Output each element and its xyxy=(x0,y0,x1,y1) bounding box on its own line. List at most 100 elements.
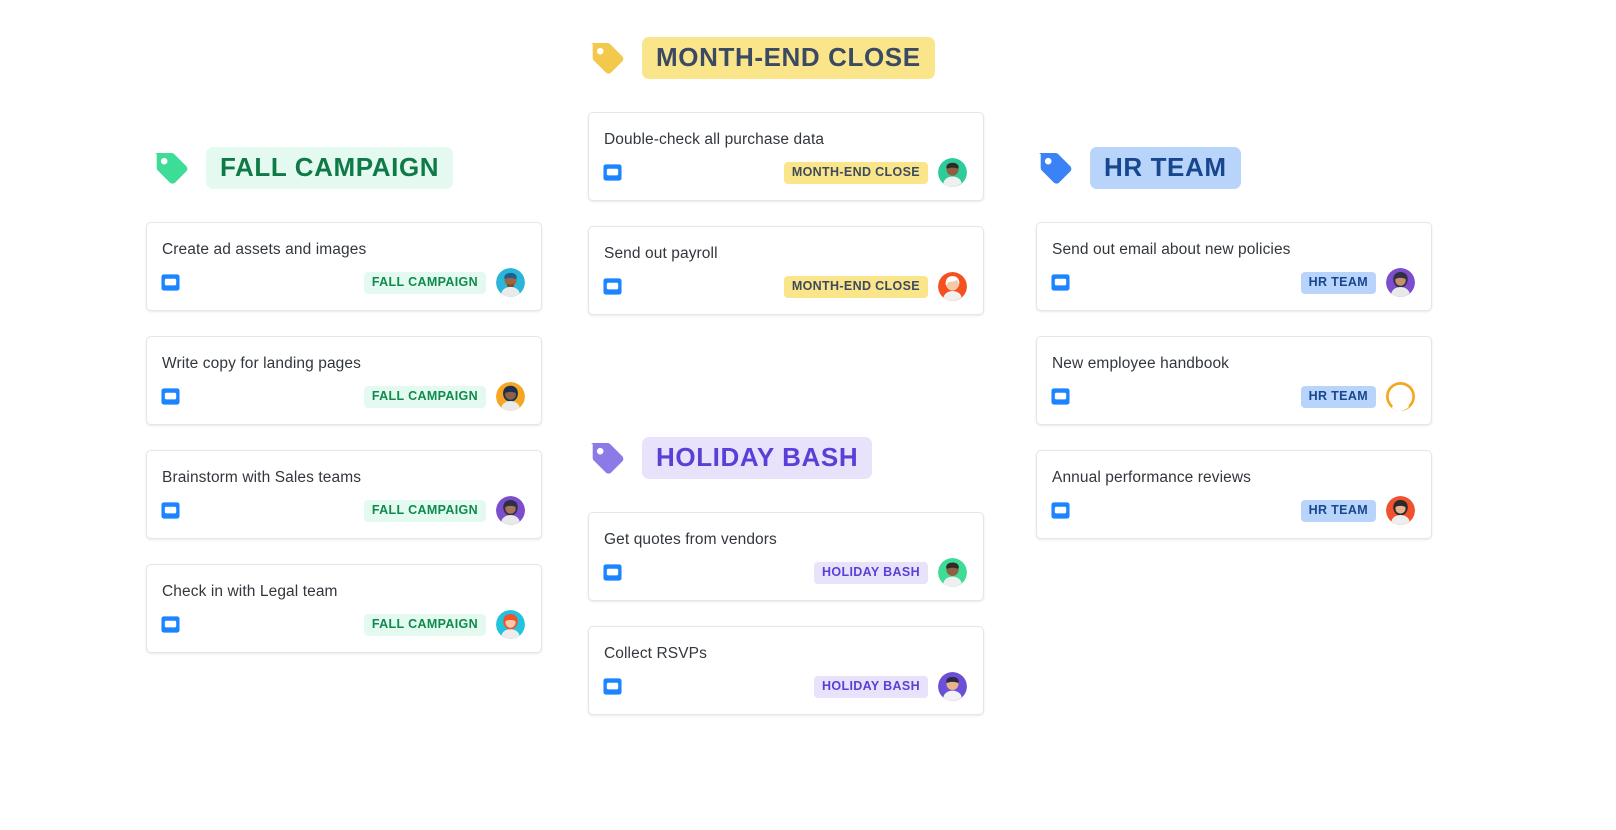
label-pill[interactable]: HOLIDAY BASH xyxy=(814,676,928,698)
board-icon[interactable] xyxy=(603,163,622,182)
board-icon[interactable] xyxy=(161,273,180,292)
task-card[interactable]: Check in with Legal team FALL CAMPAIGN xyxy=(146,564,542,653)
task-meta: HR TEAM xyxy=(1300,496,1415,526)
tag-icon xyxy=(1039,153,1072,184)
board-column-right: HR TEAM Send out email about new policie… xyxy=(1036,140,1432,564)
avatar[interactable] xyxy=(938,158,967,188)
group-hr-team: HR TEAM Send out email about new policie… xyxy=(1036,140,1432,539)
board-icon[interactable] xyxy=(603,277,622,296)
task-card[interactable]: Annual performance reviews HR TEAM xyxy=(1036,450,1432,539)
avatar[interactable] xyxy=(1386,496,1415,526)
avatar[interactable] xyxy=(1386,382,1415,412)
label-pill[interactable]: FALL CAMPAIGN xyxy=(363,386,486,408)
avatar[interactable] xyxy=(938,672,967,702)
task-footer: MONTH-END CLOSE xyxy=(603,272,967,302)
group-header-holiday-bash[interactable]: HOLIDAY BASH xyxy=(588,430,984,486)
task-badges xyxy=(603,163,622,182)
task-title: Send out email about new policies xyxy=(1052,241,1291,258)
tag-icon xyxy=(155,153,188,184)
group-month-end-close: MONTH-END CLOSE Double-check all purchas… xyxy=(588,30,984,315)
tag-icon xyxy=(591,43,624,74)
board-icon[interactable] xyxy=(1051,273,1070,292)
avatar[interactable] xyxy=(496,268,525,298)
avatar[interactable] xyxy=(496,382,525,412)
board-column-left: FALL CAMPAIGN Create ad assets and image… xyxy=(146,140,542,678)
task-card[interactable]: Double-check all purchase data MONTH-END… xyxy=(588,112,984,201)
avatar[interactable] xyxy=(938,558,967,588)
task-card[interactable]: Brainstorm with Sales teams FALL CAMPAIG… xyxy=(146,450,542,539)
group-fall-campaign: FALL CAMPAIGN Create ad assets and image… xyxy=(146,140,542,653)
task-badges xyxy=(161,501,180,520)
board-icon[interactable] xyxy=(603,677,622,696)
avatar[interactable] xyxy=(496,496,525,526)
column-spacer xyxy=(588,340,984,430)
task-card[interactable]: Get quotes from vendors HOLIDAY BASH xyxy=(588,512,984,601)
task-meta: HOLIDAY BASH xyxy=(814,672,967,702)
task-title: Check in with Legal team xyxy=(162,583,338,600)
group-header-month-end-close[interactable]: MONTH-END CLOSE xyxy=(588,30,984,86)
task-badges xyxy=(1051,501,1070,520)
group-title: HOLIDAY BASH xyxy=(642,436,873,480)
task-meta: FALL CAMPAIGN xyxy=(363,382,525,412)
task-badges xyxy=(161,615,180,634)
label-pill[interactable]: FALL CAMPAIGN xyxy=(363,272,486,294)
task-badges xyxy=(161,387,180,406)
task-badges xyxy=(1051,387,1070,406)
card-list-fall-campaign: Create ad assets and images FALL CAMPAIG… xyxy=(146,222,542,653)
task-card[interactable]: Write copy for landing pages FALL CAMPAI… xyxy=(146,336,542,425)
task-footer: MONTH-END CLOSE xyxy=(603,158,967,188)
label-pill[interactable]: FALL CAMPAIGN xyxy=(363,614,486,636)
task-title: Send out payroll xyxy=(604,245,718,262)
label-pill[interactable]: MONTH-END CLOSE xyxy=(783,276,928,298)
label-pill[interactable]: HR TEAM xyxy=(1300,386,1376,408)
board-icon[interactable] xyxy=(603,563,622,582)
task-meta: MONTH-END CLOSE xyxy=(783,272,967,302)
board-icon[interactable] xyxy=(1051,387,1070,406)
task-card[interactable]: Send out payroll MONTH-END CLOSE xyxy=(588,226,984,315)
group-header-hr-team[interactable]: HR TEAM xyxy=(1036,140,1432,196)
group-title: MONTH-END CLOSE xyxy=(642,36,935,80)
task-title: New employee handbook xyxy=(1052,355,1230,372)
task-footer: HOLIDAY BASH xyxy=(603,558,967,588)
card-list-holiday-bash: Get quotes from vendors HOLIDAY BASH Col… xyxy=(588,512,984,715)
label-pill[interactable]: MONTH-END CLOSE xyxy=(783,162,928,184)
task-title: Collect RSVPs xyxy=(604,645,707,662)
card-list-hr-team: Send out email about new policies HR TEA… xyxy=(1036,222,1432,539)
avatar[interactable] xyxy=(1386,268,1415,298)
task-meta: FALL CAMPAIGN xyxy=(363,610,525,640)
task-footer: HR TEAM xyxy=(1051,268,1415,298)
task-meta: HOLIDAY BASH xyxy=(814,558,967,588)
task-footer: HR TEAM xyxy=(1051,496,1415,526)
tag-icon xyxy=(591,443,624,474)
task-title: Get quotes from vendors xyxy=(604,531,777,548)
task-card[interactable]: New employee handbook HR TEAM xyxy=(1036,336,1432,425)
task-meta: FALL CAMPAIGN xyxy=(363,496,525,526)
task-title: Annual performance reviews xyxy=(1052,469,1252,486)
avatar[interactable] xyxy=(938,272,967,302)
board-icon[interactable] xyxy=(161,501,180,520)
task-badges xyxy=(603,677,622,696)
group-header-fall-campaign[interactable]: FALL CAMPAIGN xyxy=(146,140,542,196)
task-card[interactable]: Send out email about new policies HR TEA… xyxy=(1036,222,1432,311)
board-icon[interactable] xyxy=(161,387,180,406)
task-meta: FALL CAMPAIGN xyxy=(363,268,525,298)
task-title: Double-check all purchase data xyxy=(604,131,825,148)
label-pill[interactable]: HR TEAM xyxy=(1300,272,1376,294)
board-icon[interactable] xyxy=(1051,501,1070,520)
task-title: Brainstorm with Sales teams xyxy=(162,469,362,486)
task-card[interactable]: Collect RSVPs HOLIDAY BASH xyxy=(588,626,984,715)
task-footer: FALL CAMPAIGN xyxy=(161,610,525,640)
label-pill[interactable]: HR TEAM xyxy=(1300,500,1376,522)
board-icon[interactable] xyxy=(161,615,180,634)
task-card[interactable]: Create ad assets and images FALL CAMPAIG… xyxy=(146,222,542,311)
label-pill[interactable]: HOLIDAY BASH xyxy=(814,562,928,584)
task-meta: HR TEAM xyxy=(1300,268,1415,298)
task-footer: FALL CAMPAIGN xyxy=(161,496,525,526)
group-title: FALL CAMPAIGN xyxy=(206,146,454,190)
label-pill[interactable]: FALL CAMPAIGN xyxy=(363,500,486,522)
task-badges xyxy=(161,273,180,292)
task-badges xyxy=(603,277,622,296)
task-badges xyxy=(603,563,622,582)
avatar[interactable] xyxy=(496,610,525,640)
task-badges xyxy=(1051,273,1070,292)
